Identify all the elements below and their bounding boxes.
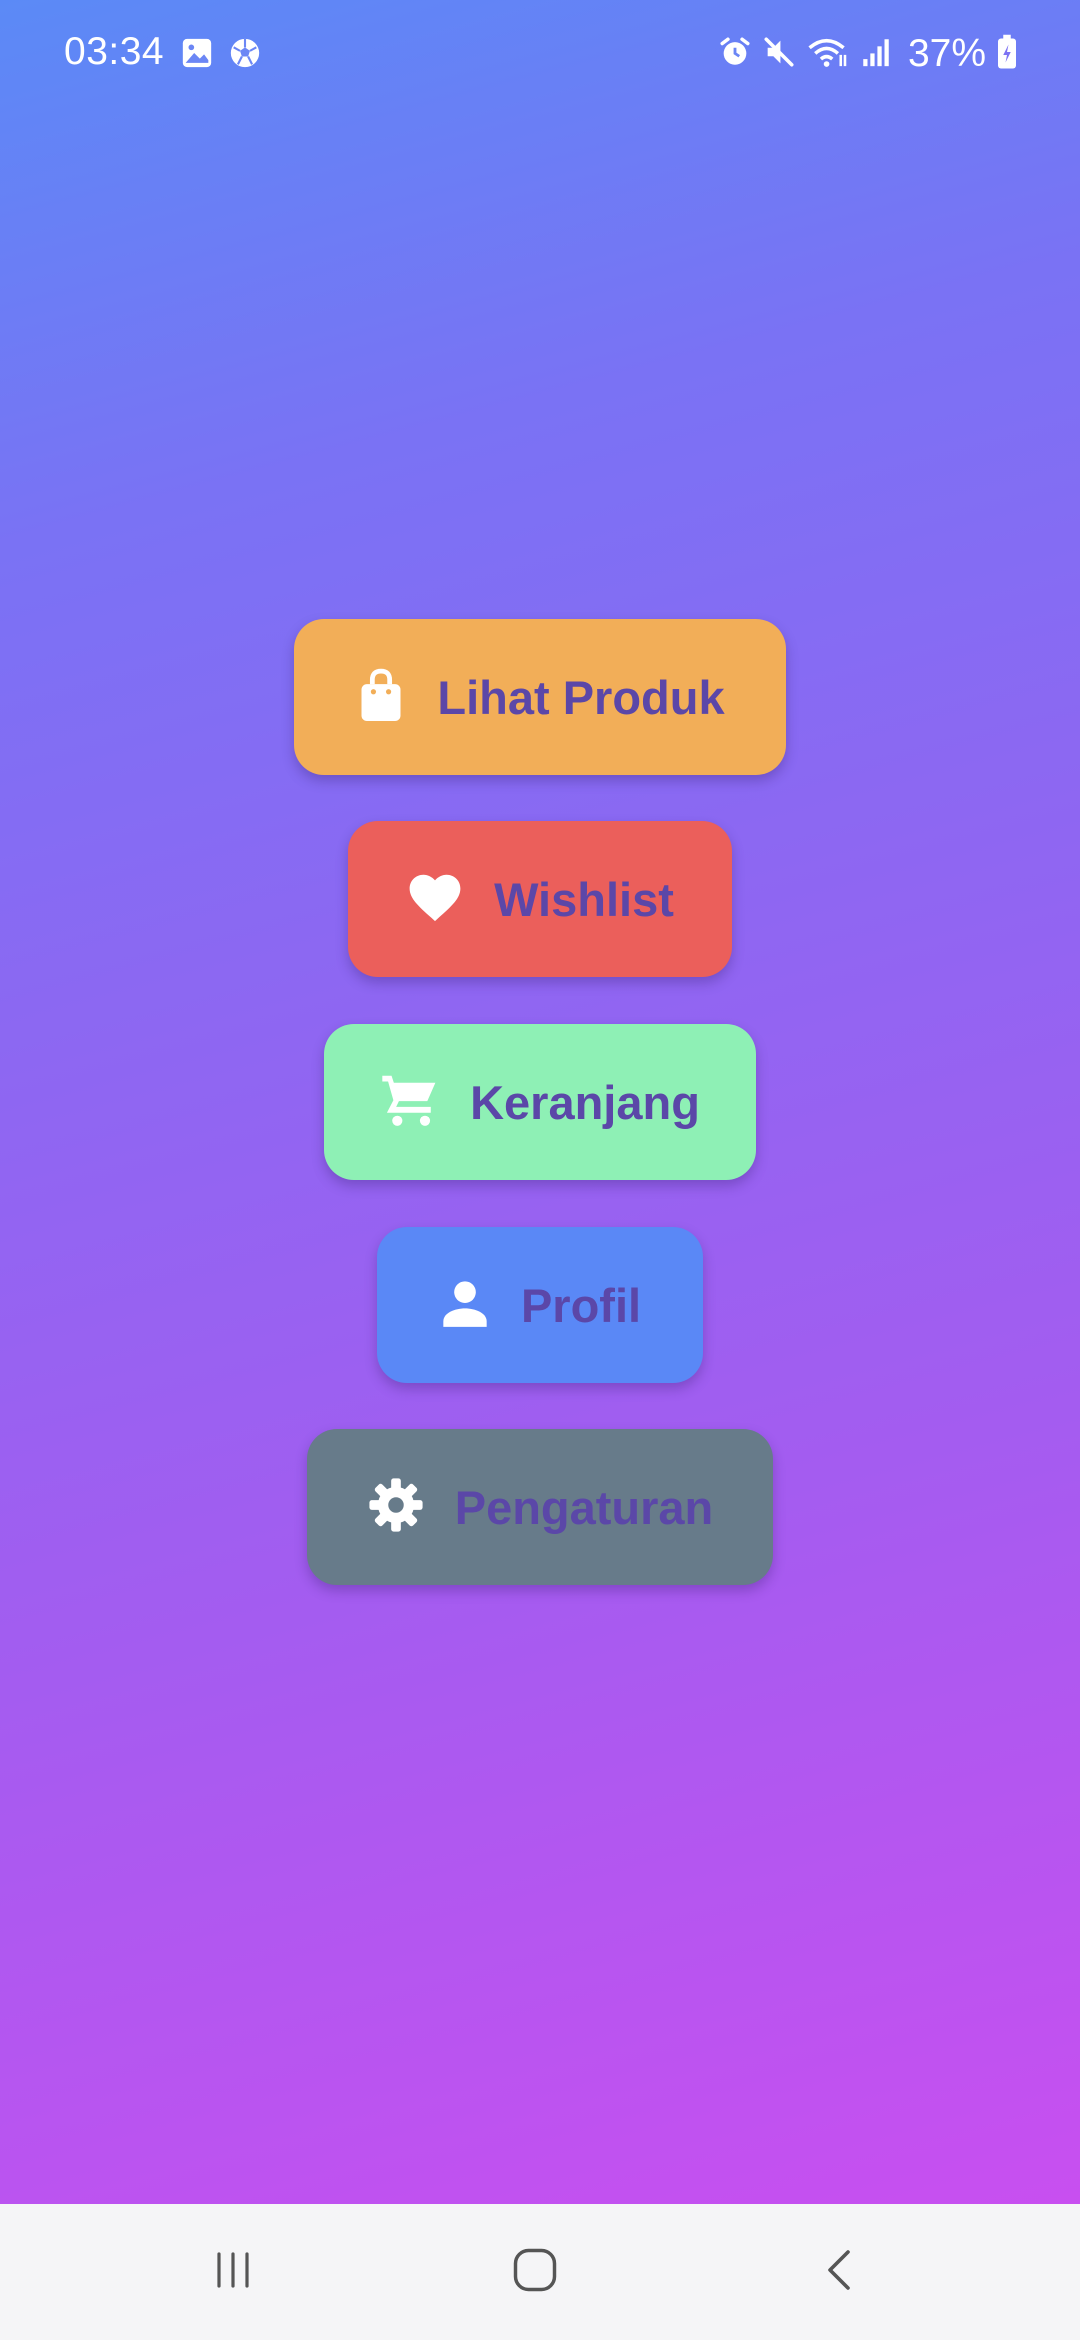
keranjang-label: Keranjang: [470, 1075, 700, 1129]
shopping-bag-icon: [355, 666, 407, 729]
profil-label: Profil: [520, 1278, 642, 1332]
lihat-produk-label: Lihat Produk: [437, 670, 725, 724]
battery-charging-icon: [996, 34, 1018, 75]
profil-button[interactable]: Profil: [377, 1227, 703, 1383]
lihat-produk-button[interactable]: Lihat Produk: [294, 619, 786, 775]
back-icon: [816, 2246, 864, 2299]
navigation-bar: [0, 2204, 1080, 2340]
home-button[interactable]: [495, 2242, 575, 2302]
heart-icon: [406, 870, 464, 929]
cart-icon: [380, 1071, 440, 1134]
status-right: 37%: [718, 32, 1018, 76]
recents-icon: [209, 2246, 257, 2299]
home-icon: [509, 2244, 561, 2301]
wifi-icon: [806, 35, 850, 74]
status-time: 03:34: [64, 30, 165, 73]
keranjang-button[interactable]: Keranjang: [324, 1024, 756, 1180]
alarm-icon: [718, 35, 752, 74]
image-icon: [180, 36, 214, 75]
person-icon: [439, 1277, 491, 1334]
battery-percentage: 37%: [907, 32, 986, 75]
status-bar: 03:34 37%: [0, 0, 1080, 110]
wishlist-button[interactable]: Wishlist: [348, 821, 732, 977]
signal-icon: [860, 35, 892, 74]
soccer-ball-icon: [228, 36, 262, 75]
pengaturan-label: Pengaturan: [454, 1480, 714, 1534]
gear-icon: [367, 1476, 425, 1539]
back-button[interactable]: [800, 2242, 880, 2302]
mute-icon: [762, 35, 796, 74]
recents-button[interactable]: [193, 2242, 273, 2302]
app-screen: 03:34 37% Lihat Produk Wishlist Keranjan…: [0, 0, 1080, 2204]
wishlist-label: Wishlist: [494, 872, 674, 926]
status-left-icons: [180, 36, 262, 75]
pengaturan-button[interactable]: Pengaturan: [307, 1429, 773, 1585]
